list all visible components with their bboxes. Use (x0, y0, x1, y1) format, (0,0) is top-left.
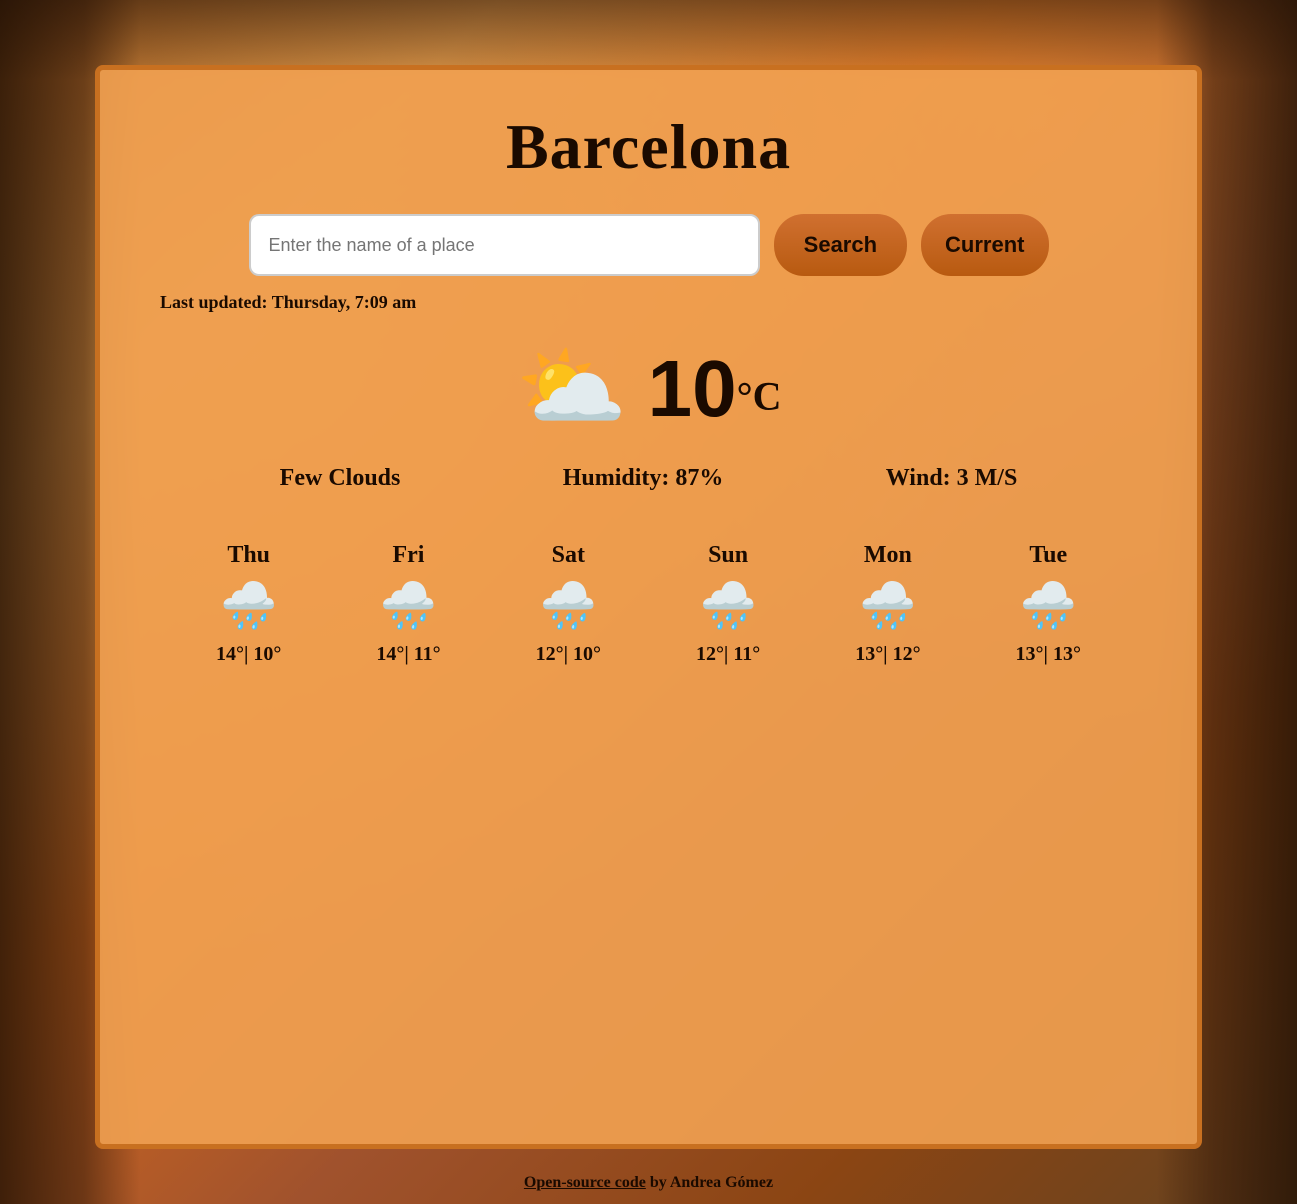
forecast-day: Thu 🌧️ 14°| 10° (216, 542, 281, 666)
current-location-button[interactable]: Current (921, 214, 1048, 276)
city-title: Barcelona (506, 110, 791, 184)
current-weather: ⛅ 10°C (516, 343, 782, 435)
search-input[interactable] (249, 214, 760, 276)
forecast-day: Tue 🌧️ 13°| 13° (1016, 542, 1081, 666)
temperature-display: 10°C (648, 343, 782, 435)
forecast-day-label: Sat (552, 542, 585, 569)
forecast-temps: 14°| 10° (216, 643, 281, 666)
forecast-day: Fri 🌧️ 14°| 11° (376, 542, 440, 666)
forecast-icon: 🌧️ (380, 579, 437, 633)
forecast-grid: Thu 🌧️ 14°| 10° Fri 🌧️ 14°| 11° Sat 🌧️ 1… (169, 542, 1129, 666)
forecast-temps: 13°| 13° (1016, 643, 1081, 666)
weather-details: Few Clouds Humidity: 87% Wind: 3 M/S (199, 465, 1099, 492)
weather-icon: ⛅ (516, 344, 628, 434)
forecast-temps: 13°| 12° (855, 643, 920, 666)
weather-card: Barcelona Search Current Last updated: T… (95, 65, 1202, 1149)
forecast-icon: 🌧️ (220, 579, 277, 633)
last-updated-text: Last updated: Thursday, 7:09 am (160, 292, 416, 313)
forecast-day: Sat 🌧️ 12°| 10° (536, 542, 601, 666)
forecast-day: Mon 🌧️ 13°| 12° (855, 542, 920, 666)
wind-label: Wind: 3 M/S (886, 465, 1018, 492)
search-row: Search Current (249, 214, 1049, 276)
forecast-icon: 🌧️ (699, 579, 756, 633)
forecast-temps: 12°| 11° (696, 643, 760, 666)
forecast-day-label: Tue (1029, 542, 1067, 569)
forecast-temps: 14°| 11° (376, 643, 440, 666)
forecast-day-label: Fri (392, 542, 424, 569)
humidity-label: Humidity: 87% (563, 465, 724, 492)
temperature-value: 10 (648, 344, 737, 433)
forecast-temps: 12°| 10° (536, 643, 601, 666)
forecast-icon: 🌧️ (540, 579, 597, 633)
forecast-day-label: Sun (708, 542, 748, 569)
forecast-icon: 🌧️ (859, 579, 916, 633)
footer: Open-source code by Andrea Gómez (0, 1174, 1297, 1192)
footer-author: by Andrea Gómez (646, 1174, 773, 1191)
forecast-icon: 🌧️ (1020, 579, 1077, 633)
forecast-day-label: Thu (227, 542, 270, 569)
forecast-day: Sun 🌧️ 12°| 11° (696, 542, 760, 666)
temperature-unit: °C (737, 374, 782, 419)
condition-label: Few Clouds (280, 465, 401, 492)
search-button[interactable]: Search (774, 214, 907, 276)
forecast-day-label: Mon (864, 542, 912, 569)
source-code-link[interactable]: Open-source code (524, 1174, 646, 1191)
